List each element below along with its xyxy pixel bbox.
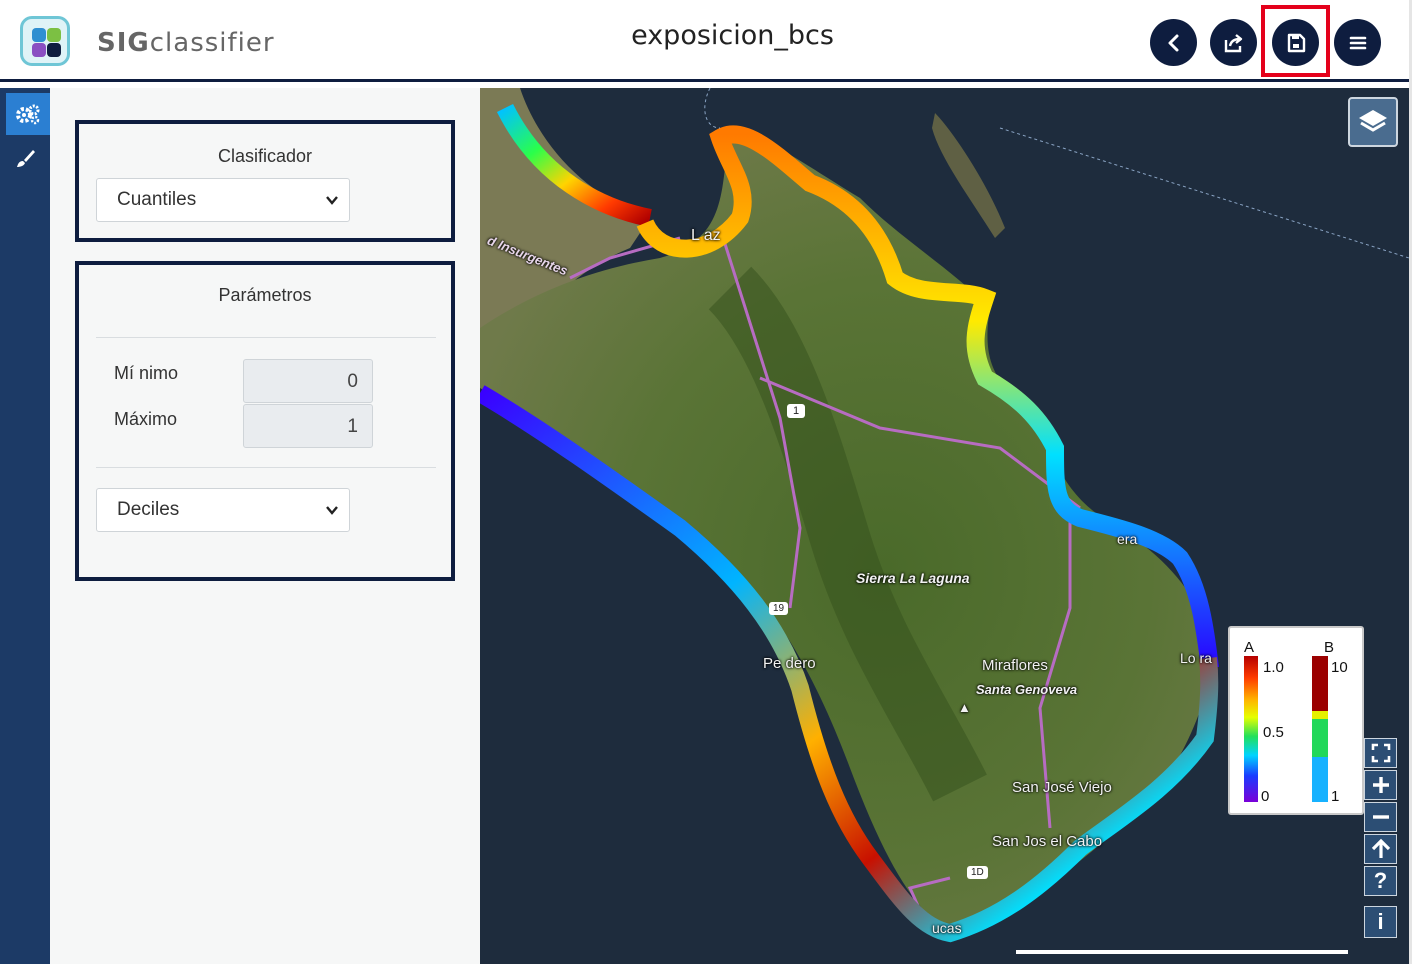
legend-a-mid: 0.5	[1263, 724, 1284, 741]
layers-button[interactable]	[1348, 97, 1398, 147]
min-label: Mí nimo	[114, 363, 179, 383]
zoom-in-icon	[1372, 777, 1389, 793]
map-label-miraflores: Miraflores	[982, 657, 1048, 674]
highway-shield-1d: 1D	[967, 866, 988, 879]
fullscreen-button[interactable]	[1364, 738, 1397, 768]
map-label-sierra: Sierra La Laguna	[856, 570, 970, 586]
rail-style-button[interactable]	[4, 138, 46, 180]
brush-icon	[17, 150, 35, 167]
divider	[96, 467, 436, 468]
max-label: Máximo	[114, 409, 178, 429]
highway-shield-1: 1	[787, 404, 806, 418]
scale-bar	[1016, 950, 1348, 954]
legend-a-min: 0	[1261, 788, 1270, 805]
map-view[interactable]: d Insurgentes L az Sierra La Laguna Pe d…	[480, 88, 1409, 964]
help-icon: ?	[1373, 868, 1388, 893]
map-label-la-paz: L az	[691, 227, 721, 244]
share-button[interactable]	[1210, 19, 1257, 66]
share-icon	[1224, 33, 1242, 52]
bins-select-value: Deciles	[117, 499, 180, 520]
map-label-san-jose-cabo: San Jos el Cabo	[992, 833, 1103, 850]
map-label-pescadero: Pe dero	[763, 655, 816, 672]
chevron-down-icon	[326, 196, 338, 205]
map-label-buena-vista: era	[1117, 531, 1138, 547]
map-label-los-frailes: Lo ra	[1180, 650, 1212, 666]
chevron-down-icon	[326, 506, 338, 515]
menu-button[interactable]	[1334, 19, 1381, 66]
info-button[interactable]: i	[1364, 906, 1397, 938]
mountain-peak-icon: ▲	[958, 700, 971, 715]
divider	[96, 337, 436, 338]
clasificador-title: Clasificador	[217, 146, 313, 166]
classifier-select[interactable]: Cuantiles	[96, 178, 350, 222]
chevron-left-icon	[1168, 34, 1178, 51]
clasificador-box: Clasificador Cuantiles	[75, 120, 455, 242]
legend-b-max: 10	[1331, 659, 1348, 676]
zoom-out-icon	[1372, 815, 1389, 819]
classifier-select-value: Cuantiles	[117, 189, 197, 210]
fullscreen-icon	[1371, 743, 1390, 763]
hamburger-icon	[1349, 36, 1366, 49]
zoom-out-button[interactable]	[1364, 802, 1397, 832]
min-input[interactable]: 0	[243, 359, 373, 403]
sidebar-rail	[0, 88, 50, 964]
info-icon: i	[1377, 909, 1384, 934]
map-label-san-jose-viejo: San José Viejo	[1012, 779, 1112, 796]
max-input[interactable]: 1	[243, 404, 373, 448]
settings-cogs-icon	[16, 104, 40, 125]
rail-settings-button[interactable]	[6, 93, 50, 135]
zoom-in-button[interactable]	[1364, 770, 1397, 800]
map-legend: A B 1.0 0.5 0 10 1	[1228, 626, 1364, 815]
north-arrow-icon	[1371, 838, 1390, 858]
map-label-cabo-san-lucas: ucas	[932, 920, 962, 936]
app-logo	[20, 16, 70, 66]
save-button-highlight	[1261, 5, 1330, 77]
classifier-panel: Clasificador Cuantiles Parámetros Mí nim…	[50, 88, 480, 964]
app-header: SIGclassifier exposicion_bcs	[0, 0, 1412, 82]
map-label-santa-genoveva: Santa Genoveva	[976, 682, 1078, 697]
legend-a-title: A	[1244, 639, 1255, 656]
parametros-box: Parámetros Mí nimo 0 Máximo 1 Deciles	[75, 261, 455, 581]
bins-select[interactable]: Deciles	[96, 488, 350, 532]
satellite-basemap	[480, 88, 1409, 964]
layers-icon	[1359, 110, 1387, 132]
legend-b-title: B	[1324, 639, 1335, 656]
reset-north-button[interactable]	[1364, 834, 1397, 864]
help-button[interactable]: ?	[1364, 866, 1397, 896]
parametros-title: Parámetros	[218, 285, 312, 305]
brand-name: SIGclassifier	[97, 28, 275, 58]
legend-a-max: 1.0	[1263, 659, 1284, 676]
highway-shield-19: 19	[769, 602, 789, 615]
page-title: exposicion_bcs	[631, 20, 834, 51]
legend-b-min: 1	[1331, 788, 1340, 805]
back-button[interactable]	[1150, 19, 1197, 66]
